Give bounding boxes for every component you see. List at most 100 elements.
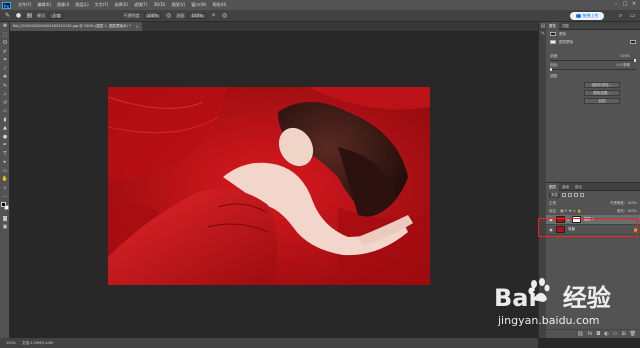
layer-name[interactable]: 图层 1 <box>584 217 594 222</box>
lock-icon: 🔒 <box>633 227 638 232</box>
path-select-tool-icon[interactable]: ▸ <box>0 158 10 167</box>
clone-stamp-tool-icon[interactable]: ⊥ <box>0 90 10 99</box>
layer-opacity-label: 不透明度: <box>609 200 625 205</box>
pressure-size-icon[interactable]: ◎ <box>221 12 228 19</box>
mode-select[interactable]: 正常 <box>49 12 64 19</box>
zoom-tool-icon[interactable]: ⌕ <box>0 184 10 193</box>
blend-mode-select[interactable]: 正常 <box>549 201 556 206</box>
menu-filter[interactable]: 滤镜(T) <box>131 2 151 8</box>
airbrush-icon[interactable]: ✧ <box>210 12 217 19</box>
screen-mode-icon[interactable]: ▣ <box>0 223 10 232</box>
foreground-color-swatch[interactable] <box>1 201 6 207</box>
mask-type-label: 图层蒙版 <box>559 39 573 44</box>
mask-type-row: 图层蒙版 <box>546 38 640 46</box>
brush-tool-icon[interactable]: ✎ <box>0 82 10 91</box>
lasso-tool-icon[interactable]: ʘ <box>0 39 10 48</box>
layer-row[interactable]: ◉ 背景 🔒 <box>546 225 640 235</box>
layer-opacity-value[interactable]: 100% <box>627 201 637 205</box>
hand-tool-icon[interactable]: ✋ <box>0 175 10 184</box>
pen-tool-icon[interactable]: ✒ <box>0 141 10 150</box>
healing-tool-icon[interactable]: ✚ <box>0 73 10 82</box>
opacity-field[interactable]: 100% <box>143 12 162 19</box>
tab-properties[interactable]: 属性 <box>546 21 559 30</box>
menu-help[interactable]: 帮助(H) <box>209 2 229 8</box>
move-tool-icon[interactable]: ✥ <box>0 22 10 31</box>
menu-layer[interactable]: 图层(L) <box>72 2 91 8</box>
lock-icons[interactable]: ▦ ✎ ✥ ▭ 🔒 <box>560 209 581 213</box>
layer-name[interactable]: 背景 <box>568 227 575 232</box>
menu-window[interactable]: 窗口(W) <box>188 2 209 8</box>
tab-adjustments[interactable]: 调整 <box>559 22 572 30</box>
density-knob[interactable] <box>634 59 636 62</box>
eyedropper-tool-icon[interactable]: ⁄ <box>0 65 10 74</box>
feather-knob[interactable] <box>550 68 552 71</box>
flow-field[interactable]: 100% <box>188 12 206 19</box>
pressure-opacity-icon[interactable]: ◎ <box>165 12 172 19</box>
pixel-mask-icon[interactable] <box>550 40 556 44</box>
layer-thumbnail <box>556 216 565 223</box>
menu-edit[interactable]: 编辑(E) <box>34 2 54 8</box>
marquee-tool-icon[interactable]: ⬚ <box>0 31 10 40</box>
color-swatches[interactable] <box>0 201 9 215</box>
properties-header: 蒙版 <box>546 30 640 38</box>
eraser-tool-icon[interactable]: ▱ <box>0 107 10 116</box>
blur-tool-icon[interactable]: ▲ <box>0 124 10 133</box>
document-tab[interactable]: fbb_20190310001001052010130.jpg @ 100% (… <box>10 22 142 31</box>
layer-filter-row: 类型 <box>546 191 640 199</box>
close-icon[interactable]: × <box>630 1 638 8</box>
workspace-icon[interactable]: ▭ <box>629 12 636 19</box>
density-slider[interactable]: 浓度: 100% <box>546 54 640 63</box>
menu-view[interactable]: 视图(V) <box>168 2 188 8</box>
layer-kind-select[interactable]: 类型 <box>549 192 560 198</box>
dodge-tool-icon[interactable]: ● <box>0 133 10 142</box>
gradient-tool-icon[interactable]: ▮ <box>0 116 10 125</box>
shape-tool-icon[interactable]: ▭ <box>0 167 10 176</box>
visibility-eye-icon[interactable]: ◉ <box>548 227 554 232</box>
invert-button[interactable]: 反相 <box>584 98 620 104</box>
menu-3d[interactable]: 3D(D) <box>151 2 169 8</box>
tab-channels[interactable]: 通道 <box>559 183 572 191</box>
history-brush-tool-icon[interactable]: ↺ <box>0 99 10 108</box>
upload-button[interactable]: 拖拽上传 <box>570 12 604 20</box>
minimize-icon[interactable]: – <box>612 1 620 8</box>
vector-mask-icon[interactable] <box>630 40 636 44</box>
crop-tool-icon[interactable]: ⌗ <box>0 56 10 65</box>
more-tools-icon[interactable]: … <box>0 192 10 201</box>
feather-slider[interactable]: 羽化: 0.0 像素 <box>546 63 640 72</box>
filter-pixel-icon[interactable] <box>562 193 566 197</box>
brush-panel-icon[interactable]: ▤ <box>26 12 33 19</box>
layer-row[interactable]: ◉ ⛓ 图层 1 <box>546 215 640 225</box>
menu-file[interactable]: 文件(F) <box>15 2 34 8</box>
layer-mask-thumbnail[interactable] <box>571 216 581 223</box>
feather-value[interactable]: 0.0 像素 <box>616 63 630 68</box>
search-icon[interactable]: ⌕ <box>617 12 624 19</box>
maximize-icon[interactable]: □ <box>621 1 629 8</box>
document-image[interactable] <box>108 87 430 285</box>
zoom-level[interactable]: 100% <box>6 341 16 345</box>
fill-value[interactable]: 100% <box>627 209 637 213</box>
photoshop-logo: Ps <box>2 1 11 9</box>
brush-preset-icon[interactable]: ● <box>15 12 22 19</box>
filter-shape-icon[interactable] <box>580 193 584 197</box>
refine-row: 调整: <box>546 72 640 80</box>
select-and-mask-button[interactable]: 选择并遮住... <box>584 82 620 88</box>
tab-paths[interactable]: 路径 <box>572 183 585 191</box>
menu-select[interactable]: 选择(S) <box>111 2 131 8</box>
brush-tool-icon[interactable]: ✎ <box>4 12 11 19</box>
menu-image[interactable]: 图像(I) <box>54 2 72 8</box>
quick-select-tool-icon[interactable]: ✐ <box>0 48 10 57</box>
baidu-watermark: Bai 经验 jingyan.baidu.com <box>488 278 638 334</box>
quick-mask-icon[interactable]: ◙ <box>0 215 10 224</box>
density-value[interactable]: 100% <box>620 54 630 58</box>
baidu-paw-icon <box>528 278 550 302</box>
canvas-area[interactable] <box>10 31 538 338</box>
filter-type-icon[interactable] <box>574 193 578 197</box>
color-range-button[interactable]: 颜色范围... <box>584 90 620 96</box>
type-tool-icon[interactable]: T <box>0 150 10 159</box>
visibility-eye-icon[interactable]: ◉ <box>548 217 554 222</box>
link-icon[interactable]: ⛓ <box>566 218 570 222</box>
menu-type[interactable]: 文字(Y) <box>92 2 112 8</box>
tab-close-icon[interactable]: × <box>136 24 139 29</box>
tab-layers[interactable]: 图层 <box>546 182 559 191</box>
filter-adjust-icon[interactable] <box>568 193 572 197</box>
